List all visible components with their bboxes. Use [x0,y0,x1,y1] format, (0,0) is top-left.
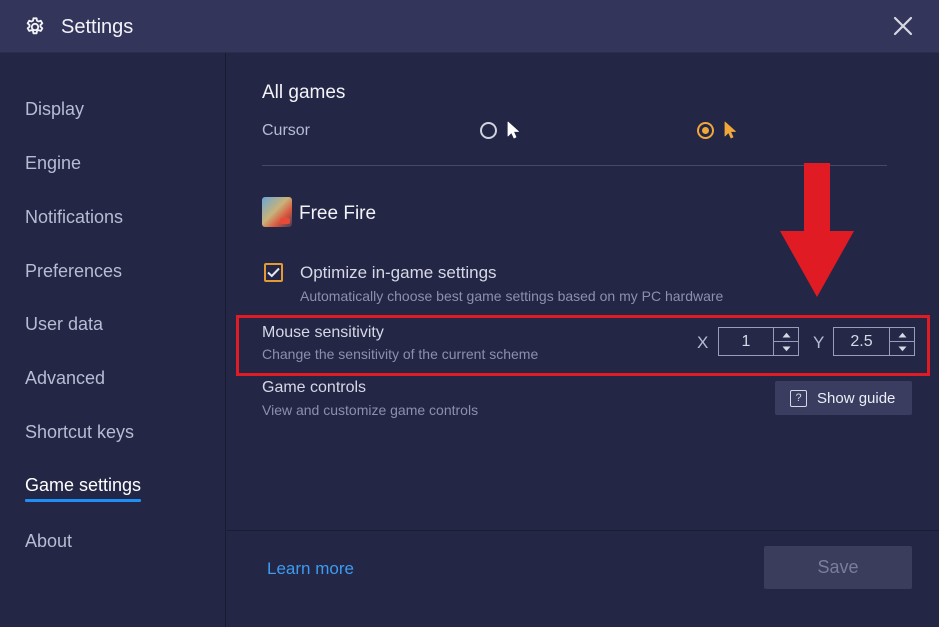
main-content: All games Cursor Free Fire Optimize in-g… [227,53,939,531]
orange-cursor-icon [724,121,736,139]
sidebar-item-display[interactable]: Display [25,99,84,120]
optimize-checkbox[interactable] [264,263,283,282]
window-title: Settings [61,16,134,38]
title-bar: Settings [0,0,939,53]
all-games-title: All games [262,82,346,103]
sidebar-item-advanced[interactable]: Advanced [25,368,105,389]
sidebar-item-user-data[interactable]: User data [25,314,103,335]
sidebar-item-engine[interactable]: Engine [25,153,81,174]
optimize-description: Automatically choose best game settings … [300,288,724,304]
sidebar-item-preferences[interactable]: Preferences [25,261,122,282]
show-guide-label: Show guide [817,389,896,407]
gear-icon [26,17,44,35]
game-controls-description: View and customize game controls [262,402,479,418]
sidebar-item-notifications[interactable]: Notifications [25,207,123,228]
optimize-label: Optimize in-game settings [300,263,497,282]
settings-window: Settings Display Engine Notifications Pr… [0,0,939,627]
sidebar-item-about[interactable]: About [25,531,72,552]
game-controls-label: Game controls [262,379,367,396]
sidebar: Display Engine Notifications Preferences… [0,53,226,627]
mouse-sensitivity-highlight [236,315,930,376]
show-guide-button[interactable]: ? Show guide [775,381,912,415]
checkmark-icon [267,267,280,278]
white-cursor-icon [507,121,519,139]
cursor-option-orange-radio[interactable] [697,122,714,139]
footer: Learn more Save [227,532,939,627]
learn-more-link[interactable]: Learn more [267,559,354,579]
sidebar-item-game-settings[interactable]: Game settings [25,475,142,502]
close-icon[interactable] [893,16,913,36]
save-button[interactable]: Save [764,546,912,589]
sidebar-item-shortcut-keys[interactable]: Shortcut keys [25,422,134,443]
red-arrow-down-icon [780,163,854,297]
help-icon: ? [790,389,807,407]
game-title: Free Fire [299,203,377,224]
free-fire-game-icon [262,197,292,227]
cursor-label: Cursor [262,122,311,139]
cursor-option-white-radio[interactable] [480,122,497,139]
